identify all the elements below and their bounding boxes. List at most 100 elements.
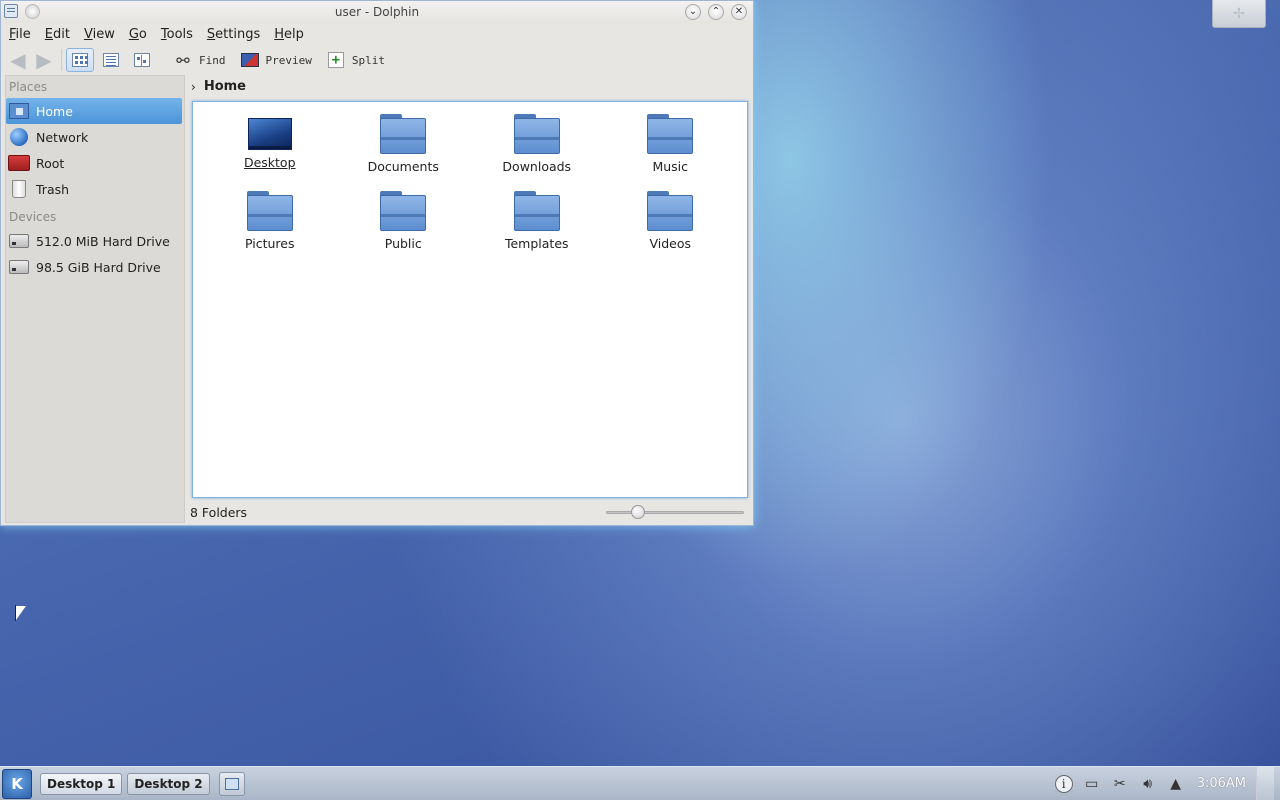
breadcrumb-chevron-icon[interactable]: ›: [191, 80, 196, 94]
device-label: 512.0 MiB Hard Drive: [36, 233, 170, 249]
back-button[interactable]: ◀: [5, 48, 31, 72]
file-label: Templates: [504, 236, 569, 251]
file-label: Pictures: [245, 236, 295, 251]
minimize-button[interactable]: ⌄: [685, 4, 701, 20]
file-item-downloads[interactable]: Downloads: [470, 114, 604, 191]
file-item-desktop[interactable]: Desktop: [203, 114, 337, 191]
columns-view-button[interactable]: [128, 48, 156, 72]
folder-icon: [513, 114, 560, 154]
expand-arrow-icon[interactable]: ▲: [1165, 773, 1187, 795]
devices-header: Devices: [9, 210, 57, 224]
file-label: Documents: [367, 159, 439, 174]
folder-icon: [246, 191, 293, 231]
title-bar[interactable]: user - Dolphin ⌄ ⌃ ✕: [1, 1, 753, 23]
desktop-1-button[interactable]: Desktop 1: [40, 772, 123, 795]
forward-button[interactable]: ▶: [31, 48, 57, 72]
file-item-documents[interactable]: Documents: [337, 114, 471, 191]
maximize-button[interactable]: ⌃: [708, 4, 724, 20]
zoom-slider-track: [606, 511, 744, 514]
network-globe-icon: [8, 127, 30, 147]
file-item-videos[interactable]: Videos: [604, 191, 738, 268]
menu-settings[interactable]: Settings: [207, 27, 260, 42]
home-folder-icon: [8, 101, 30, 121]
icons-view-icon: [72, 53, 88, 67]
dolphin-window: user - Dolphin ⌄ ⌃ ✕ File Edit View Go T…: [0, 0, 754, 526]
main-toolbar: ◀ ▶ ⚯ Find Preview + Split: [1, 45, 753, 75]
device-item-512mib[interactable]: 512.0 MiB Hard Drive: [6, 228, 184, 254]
desktop-folder-icon: [247, 118, 292, 150]
breadcrumb: › Home: [191, 79, 246, 94]
clock[interactable]: 3:06AM: [1197, 776, 1246, 791]
panel-toolbox-button[interactable]: [1256, 766, 1274, 800]
taskbar: K Desktop 1 Desktop 2 i ▭ ✂ 🔊︎ ▲ 3:06AM: [0, 766, 1280, 800]
folder-icon: [647, 114, 694, 154]
binoculars-icon: ⚯: [176, 50, 190, 70]
preview-label: Preview: [265, 53, 312, 67]
zoom-slider-thumb[interactable]: [630, 505, 645, 519]
place-item-trash[interactable]: Trash: [6, 176, 184, 202]
file-item-pictures[interactable]: Pictures: [203, 191, 337, 268]
menu-view[interactable]: View: [84, 27, 115, 42]
file-item-public[interactable]: Public: [337, 191, 471, 268]
system-tray: i ▭ ✂ 🔊︎ ▲ 3:06AM: [1047, 766, 1274, 800]
find-label: Find: [199, 53, 226, 67]
info-icon[interactable]: i: [1053, 773, 1075, 795]
file-label: Public: [384, 236, 422, 251]
menu-help[interactable]: Help: [274, 27, 304, 42]
menu-edit[interactable]: Edit: [45, 27, 70, 42]
menu-bar: File Edit View Go Tools Settings Help: [1, 23, 753, 45]
dolphin-task-button[interactable]: [218, 771, 245, 796]
folder-icon: [513, 191, 560, 231]
preview-button[interactable]: Preview: [240, 51, 312, 69]
file-item-music[interactable]: Music: [604, 114, 738, 191]
split-icon: +: [326, 51, 346, 69]
window-title: user - Dolphin: [334, 5, 420, 19]
places-panel: Places Home Network Root Trash Devices 5…: [5, 75, 185, 523]
place-label: Root: [36, 155, 65, 171]
zoom-slider[interactable]: [606, 505, 744, 519]
place-item-home[interactable]: Home: [6, 98, 182, 124]
device-label: 98.5 GiB Hard Drive: [36, 259, 161, 275]
places-header: Places: [9, 80, 48, 94]
root-folder-icon: [8, 153, 30, 173]
folder-icon: [380, 191, 427, 231]
place-label: Home: [36, 103, 73, 119]
place-item-root[interactable]: Root: [6, 150, 184, 176]
place-label: Network: [36, 129, 89, 145]
preview-icon: [240, 51, 260, 69]
desktop-pager: Desktop 1 Desktop 2: [40, 772, 215, 795]
file-grid: Desktop Documents Downloads Music Pictur…: [203, 114, 737, 268]
status-text: 8 Folders: [190, 504, 248, 520]
file-label: Downloads: [502, 159, 572, 174]
file-label: Music: [652, 159, 689, 174]
hard-drive-icon: [8, 231, 30, 251]
breadcrumb-home[interactable]: Home: [204, 79, 246, 94]
desktop-2-button[interactable]: Desktop 2: [127, 772, 210, 795]
volume-icon[interactable]: 🔊︎: [1137, 773, 1159, 795]
menu-go[interactable]: Go: [129, 27, 147, 42]
desktop-toolbox-button[interactable]: ✢: [1212, 0, 1266, 28]
file-label: Videos: [649, 236, 692, 251]
place-item-network[interactable]: Network: [6, 124, 184, 150]
icons-view-button[interactable]: [66, 48, 94, 72]
network-icon[interactable]: ▭: [1081, 773, 1103, 795]
back-arrow-icon: ◀: [10, 48, 26, 72]
device-item-98gib[interactable]: 98.5 GiB Hard Drive: [6, 254, 184, 280]
hard-drive-icon: [8, 257, 30, 277]
place-label: Trash: [36, 181, 70, 197]
toolbar-separator: [61, 49, 62, 71]
close-button[interactable]: ✕: [731, 4, 747, 20]
status-bar: 8 Folders: [190, 503, 750, 521]
kde-menu-button[interactable]: K: [2, 768, 32, 799]
split-button[interactable]: + Split: [326, 51, 385, 69]
details-view-icon: [103, 53, 119, 67]
find-button[interactable]: ⚯ Find: [173, 50, 226, 70]
folder-icon: [647, 191, 694, 231]
menu-tools[interactable]: Tools: [161, 27, 193, 42]
details-view-button[interactable]: [97, 48, 125, 72]
menu-file[interactable]: File: [9, 27, 31, 42]
clipboard-icon[interactable]: ✂: [1109, 773, 1131, 795]
file-item-templates[interactable]: Templates: [470, 191, 604, 268]
mouse-cursor-icon: [15, 605, 26, 621]
file-view[interactable]: Desktop Documents Downloads Music Pictur…: [192, 101, 748, 498]
